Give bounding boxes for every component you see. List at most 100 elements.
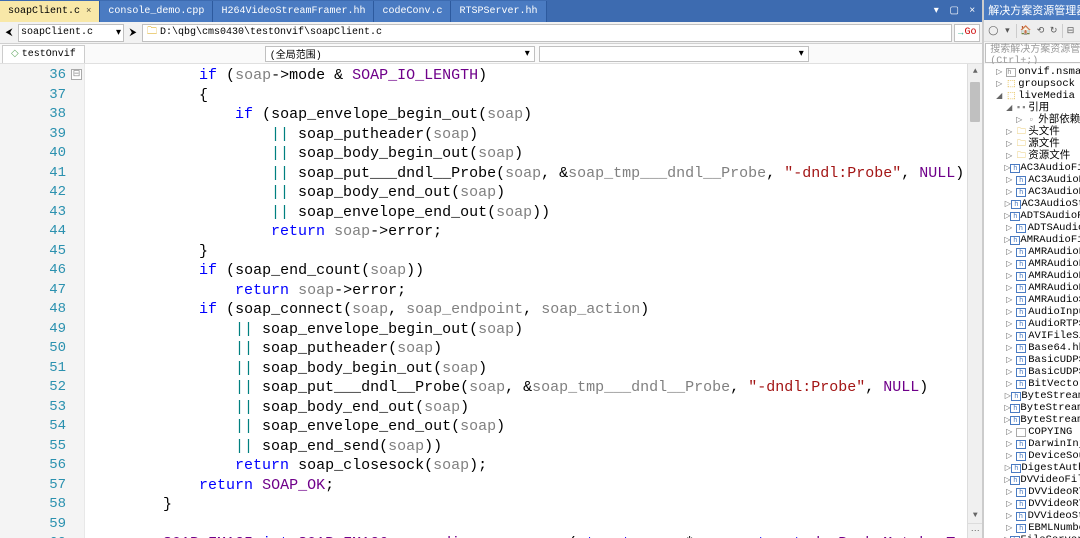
code-line[interactable]: if (soap_connect(soap, soap_endpoint, so… xyxy=(85,300,982,320)
tree-project[interactable]: ▷⬚groupsock xyxy=(984,78,1080,90)
code-line[interactable]: || soap_putheader(soap) xyxy=(85,125,982,145)
project-scope-tab[interactable]: ◇ testOnvif xyxy=(2,45,85,63)
tree-project[interactable]: ◢⬚liveMedia xyxy=(984,90,1080,102)
tree-file[interactable]: ▷hADTSAudioFileSource.hh xyxy=(984,222,1080,234)
tree-folder[interactable]: ▷🗀头文件 xyxy=(984,126,1080,138)
code-line[interactable]: } xyxy=(85,495,982,515)
tree-file[interactable]: ▷hAC3AudioFileServerMediaSubsession.hh xyxy=(984,162,1080,174)
code-line[interactable]: || soap_envelope_begin_out(soap) xyxy=(85,320,982,340)
document-tab[interactable]: console_demo.cpp xyxy=(100,1,213,22)
code-line[interactable]: || soap_putheader(soap) xyxy=(85,339,982,359)
go-button[interactable]: Go xyxy=(954,24,980,42)
tree-file[interactable]: ▷hFileServerMediaSubsession.hh xyxy=(984,534,1080,538)
vertical-scrollbar[interactable]: ▲ ▼ ⋯ xyxy=(967,64,982,538)
solution-tree[interactable]: ▷honvif.nsmap▷⬚groupsock◢⬚liveMedia◢▪▪引用… xyxy=(984,64,1080,538)
solution-search-input[interactable]: 搜索解决方案资源管理器(Ctrl+;) ρ ▾ xyxy=(985,43,1080,63)
code-line[interactable]: || soap_envelope_end_out(soap) xyxy=(85,417,982,437)
function-scope-dropdown[interactable]: soapClient.c ▾ xyxy=(18,24,124,42)
tree-file[interactable]: ▷hByteStreamFileSource.hh xyxy=(984,390,1080,402)
tree-file[interactable]: ▷hAVIFileSink.hh xyxy=(984,330,1080,342)
tree-file[interactable]: ▷hAC3AudioStreamFramer.hh xyxy=(984,198,1080,210)
tree-file[interactable]: ▷hAMRAudioFileSink.hh xyxy=(984,246,1080,258)
close-tab-icon[interactable]: × xyxy=(86,6,91,16)
code-area[interactable]: if (soap->mode & SOAP_IO_LENGTH) { if (s… xyxy=(85,64,982,538)
scroll-thumb[interactable] xyxy=(970,82,980,122)
tree-file[interactable]: ▷hBitVector.hh xyxy=(984,378,1080,390)
tree-file[interactable]: ▷hAC3AudioRTPSource.hh xyxy=(984,186,1080,198)
refresh-icon[interactable]: ↻ xyxy=(1049,24,1059,38)
tree-external-deps[interactable]: ▷▫外部依赖项 xyxy=(984,114,1080,126)
scroll-down-icon[interactable]: ▼ xyxy=(968,508,982,523)
expand-icon[interactable]: ◢ xyxy=(994,90,1004,103)
close-panel-icon[interactable]: × xyxy=(964,3,980,19)
tree-file[interactable]: ▷hDVVideoFileServerMediaSubsession.hh xyxy=(984,474,1080,486)
tree-file[interactable]: ▷honvif.nsmap xyxy=(984,66,1080,78)
tree-file[interactable]: ▷hBase64.hh xyxy=(984,342,1080,354)
global-scope-dropdown[interactable]: (全局范围) ▾ xyxy=(265,46,535,62)
tree-file[interactable]: ▷hDVVideoRTPSink.hh xyxy=(984,486,1080,498)
tree-file[interactable]: ▷hAMRAudioRTPSink.hh xyxy=(984,270,1080,282)
code-line[interactable]: } xyxy=(85,242,982,262)
document-tab[interactable]: soapClient.c× xyxy=(0,1,100,22)
tree-file[interactable]: ▷hEBMLNumber.hh xyxy=(984,522,1080,534)
collapse-icon[interactable]: ⊟ xyxy=(1065,24,1075,38)
code-line[interactable]: if (soap_envelope_begin_out(soap) xyxy=(85,105,982,125)
file-path-field[interactable]: 🗀 D:\qbg\cms0430\testOnvif\soapClient.c xyxy=(142,24,952,42)
tab-dropdown-icon[interactable]: ▾ xyxy=(928,3,944,19)
expand-icon[interactable]: ◢ xyxy=(1004,102,1014,115)
tree-file[interactable]: ▷hDigestAuthentication.hh xyxy=(984,462,1080,474)
tree-file[interactable]: ▷hAudioRTPSink.hh xyxy=(984,318,1080,330)
tree-file[interactable]: ▷hADTSAudioFileServerMediaSubsession.hh xyxy=(984,210,1080,222)
code-line[interactable]: || soap_body_begin_out(soap) xyxy=(85,144,982,164)
document-tab[interactable]: H264VideoStreamFramer.hh xyxy=(213,1,374,22)
code-line[interactable]: if (soap_end_count(soap)) xyxy=(85,261,982,281)
code-line[interactable]: return SOAP_OK; xyxy=(85,476,982,496)
tree-file[interactable]: ▷hAMRAudioRTPSource.hh xyxy=(984,282,1080,294)
tree-file[interactable]: ▷hByteStreamMemoryBufferSource.hh xyxy=(984,402,1080,414)
fwd-icon[interactable]: ▾ xyxy=(1002,24,1012,38)
code-line[interactable]: || soap_body_end_out(soap) xyxy=(85,398,982,418)
nav-back-icon[interactable]: ⮜ xyxy=(2,24,16,42)
split-icon[interactable]: ⋯ xyxy=(968,523,982,538)
tree-file[interactable]: ▷hAC3AudioRTPSink.hh xyxy=(984,174,1080,186)
tree-folder[interactable]: ▷🗀源文件 xyxy=(984,138,1080,150)
home-icon[interactable]: 🏠 xyxy=(1019,24,1032,38)
tree-file[interactable]: ▷hAMRAudioFileSource.hh xyxy=(984,258,1080,270)
code-line[interactable]: || soap_put___dndl__Probe(soap, &soap_tm… xyxy=(85,164,982,184)
sync-icon[interactable]: ⟲ xyxy=(1035,24,1045,38)
tree-references[interactable]: ◢▪▪引用 xyxy=(984,102,1080,114)
restore-icon[interactable]: ▢ xyxy=(946,3,962,19)
code-line[interactable]: || soap_envelope_end_out(soap)) xyxy=(85,203,982,223)
code-line[interactable] xyxy=(85,515,982,535)
tree-file[interactable]: ▷hByteStreamMultiFileSource.hh xyxy=(984,414,1080,426)
member-scope-dropdown[interactable]: ▾ xyxy=(539,46,809,62)
tree-file[interactable]: ▷hAudioInputDevice.hh xyxy=(984,306,1080,318)
tree-file[interactable]: ▷hAMRAudioSource.hh xyxy=(984,294,1080,306)
tree-file[interactable]: ▷hDVVideoStreamFramer.hh xyxy=(984,510,1080,522)
tree-file[interactable]: ▷hDarwinInjector.hh xyxy=(984,438,1080,450)
tree-file[interactable]: ▷hDVVideoRTPSource.hh xyxy=(984,498,1080,510)
scroll-up-icon[interactable]: ▲ xyxy=(968,64,982,79)
code-editor[interactable]: 3637383940414243444546474849505152535455… xyxy=(0,64,982,538)
code-line[interactable]: return soap_closesock(soap); xyxy=(85,456,982,476)
code-line[interactable]: SOAP_FMAC5 int SOAP_FMAC6 soap_discovery… xyxy=(85,534,982,538)
code-line[interactable]: || soap_put___dndl__Probe(soap, &soap_tm… xyxy=(85,378,982,398)
code-line[interactable]: { xyxy=(85,86,982,106)
document-tab[interactable]: RTSPServer.hh xyxy=(451,1,546,22)
code-line[interactable]: if (soap->mode & SOAP_IO_LENGTH) xyxy=(85,66,982,86)
code-line[interactable]: return soap->error; xyxy=(85,281,982,301)
code-line[interactable]: || soap_body_begin_out(soap) xyxy=(85,359,982,379)
code-line[interactable]: || soap_end_send(soap)) xyxy=(85,437,982,457)
tree-file[interactable]: ▷hDeviceSource.hh xyxy=(984,450,1080,462)
tree-file[interactable]: ▷hAMRAudioFileServerMediaSubsession.hh xyxy=(984,234,1080,246)
tree-file[interactable]: ▷hBasicUDPSink.hh xyxy=(984,354,1080,366)
back-icon[interactable]: ◯ xyxy=(987,24,999,38)
tree-file[interactable]: ▷COPYING xyxy=(984,426,1080,438)
tree-file[interactable]: ▷hBasicUDPSource.hh xyxy=(984,366,1080,378)
nav-fwd-icon[interactable]: ⮞ xyxy=(126,24,140,42)
tree-folder[interactable]: ▷🗀资源文件 xyxy=(984,150,1080,162)
solution-explorer-title-bar[interactable]: 解决方案资源管理器 ▾ 📌 × xyxy=(984,0,1080,20)
document-tab[interactable]: codeConv.c xyxy=(374,1,451,22)
code-line[interactable]: return soap->error; xyxy=(85,222,982,242)
code-line[interactable]: || soap_body_end_out(soap) xyxy=(85,183,982,203)
